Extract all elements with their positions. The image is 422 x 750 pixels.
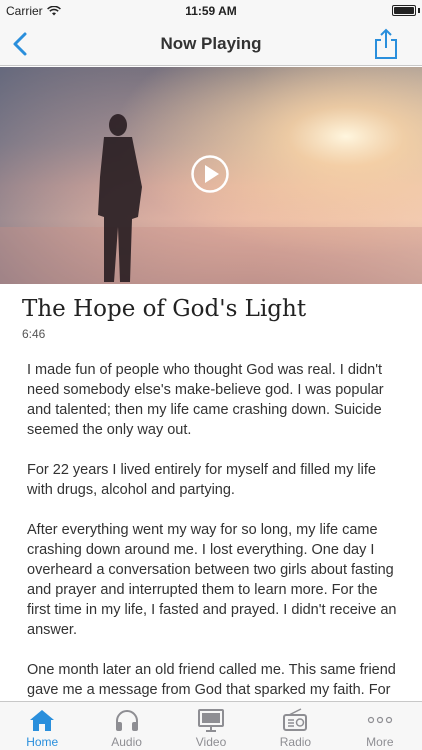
tab-label: Video (195, 735, 227, 749)
tab-home[interactable]: Home (0, 702, 84, 750)
article-paragraph: After everything went my way for so long… (27, 522, 397, 638)
tab-audio[interactable]: Audio (84, 702, 168, 750)
tv-icon (198, 709, 225, 732)
page-title: Now Playing (160, 34, 262, 53)
tab-label: Home (26, 735, 59, 749)
tab-label: Audio (111, 735, 142, 749)
tab-label: More (366, 735, 394, 749)
video-player[interactable] (0, 67, 422, 284)
share-icon[interactable] (372, 28, 400, 60)
tab-radio[interactable]: Radio (253, 702, 337, 750)
battery-tip (418, 8, 420, 13)
navigation-bar: Now Playing (0, 22, 422, 66)
article-paragraph: One month later an old friend called me.… (27, 662, 396, 706)
tab-bar: Home Audio Video Radio More (0, 701, 422, 750)
article-paragraph: For 22 years I lived entirely for myself… (27, 462, 376, 498)
article-paragraph: I made fun of people who thought God was… (27, 362, 384, 438)
battery-icon (392, 5, 416, 16)
status-bar: Carrier 11:59 AM (0, 0, 422, 22)
status-time: 11:59 AM (185, 4, 237, 18)
article-body: I made fun of people who thought God was… (27, 360, 399, 706)
tab-more[interactable]: More (338, 702, 422, 750)
radio-icon (283, 708, 308, 731)
video-duration: 6:46 (22, 327, 46, 341)
play-icon[interactable] (190, 154, 230, 194)
tab-label: Radio (279, 735, 312, 749)
home-icon (30, 710, 55, 731)
tab-video[interactable]: Video (169, 702, 253, 750)
article-title: The Hope of God's Light (22, 296, 307, 322)
headphones-icon (115, 710, 138, 731)
more-icon (367, 716, 392, 724)
